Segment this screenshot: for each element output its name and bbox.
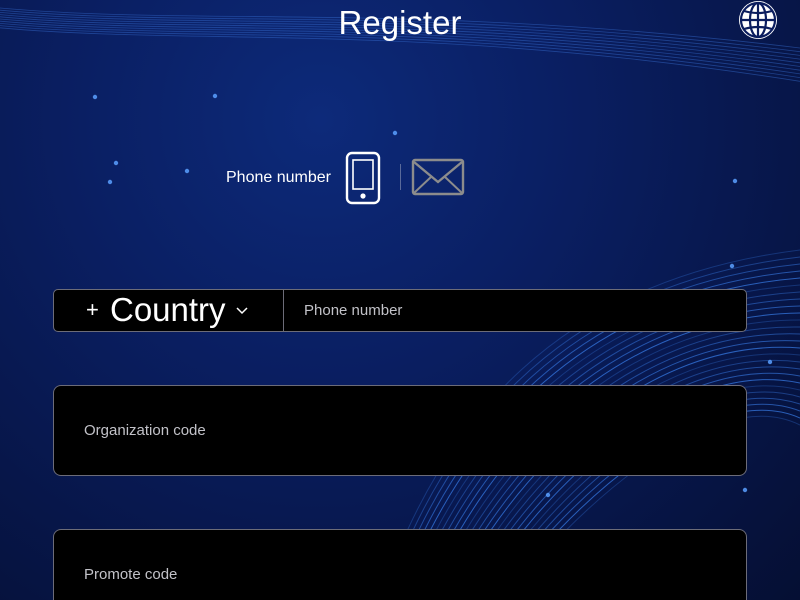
background-glow-dot <box>212 93 218 99</box>
background-glow-dot <box>742 487 748 493</box>
phone-number-input[interactable] <box>285 290 759 331</box>
page-title: Register <box>338 4 462 41</box>
email-method-tab[interactable] <box>410 156 466 198</box>
method-divider <box>400 164 401 190</box>
organization-code-input[interactable] <box>54 386 744 475</box>
background-glow-dot <box>729 263 735 269</box>
phone-method-tab[interactable] <box>344 150 382 206</box>
phone-number-row: + Country <box>53 289 759 332</box>
header: Register <box>0 0 800 46</box>
method-label: Phone number <box>226 169 331 186</box>
globe-icon <box>739 1 777 39</box>
background-glow-dot <box>392 130 398 136</box>
country-label: Country <box>110 291 226 328</box>
country-code-select[interactable]: + Country <box>54 290 284 331</box>
promote-code-input[interactable] <box>54 530 744 600</box>
background-glow-dot <box>545 492 551 498</box>
envelope-icon <box>411 158 465 196</box>
background-glow-dot <box>767 359 773 365</box>
language-button[interactable] <box>736 0 780 44</box>
background-glow-dot <box>92 94 98 100</box>
country-prefix: + <box>86 297 99 322</box>
organization-code-field <box>53 385 747 476</box>
promote-code-field <box>53 529 747 600</box>
chevron-down-icon <box>236 307 248 315</box>
register-method-selector: Phone number <box>0 148 800 208</box>
smartphone-icon <box>345 151 381 205</box>
